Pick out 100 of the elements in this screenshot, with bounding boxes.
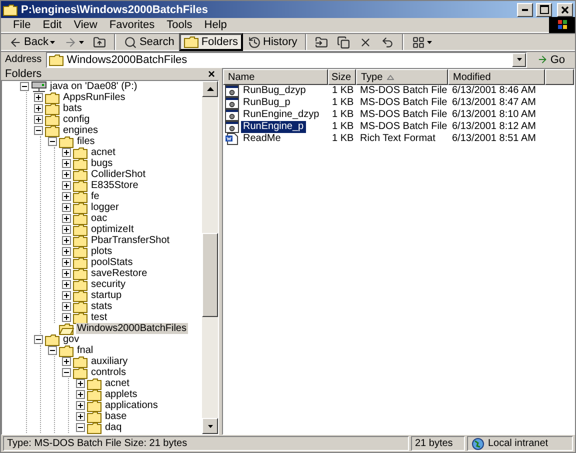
tree-item[interactable]: applications <box>104 400 159 411</box>
column-header[interactable]: Name <box>223 69 328 85</box>
expand-button[interactable] <box>62 313 71 322</box>
minimize-button[interactable] <box>517 2 533 16</box>
tree-item[interactable]: fe <box>90 191 100 202</box>
tree-item[interactable]: stats <box>90 301 114 312</box>
tree-item[interactable]: optimizeIt <box>90 224 135 235</box>
folder-icon <box>73 278 88 290</box>
tree-item[interactable]: applets <box>104 389 138 400</box>
scroll-up-button[interactable] <box>202 81 218 97</box>
column-header[interactable]: Type <box>356 69 448 85</box>
expand-button[interactable] <box>34 104 43 113</box>
expand-button[interactable] <box>62 247 71 256</box>
expand-button[interactable] <box>62 357 71 366</box>
collapse-button[interactable] <box>76 423 85 432</box>
expand-button[interactable] <box>62 214 71 223</box>
tree-item[interactable]: Windows2000BatchFiles <box>76 323 188 334</box>
collapse-button[interactable] <box>62 368 71 377</box>
tree-item[interactable]: security <box>90 279 126 290</box>
menu-item[interactable]: File <box>7 19 37 31</box>
collapse-button[interactable] <box>48 137 57 146</box>
expand-button[interactable] <box>62 236 71 245</box>
history-button[interactable]: History <box>244 33 302 51</box>
tree-item[interactable]: acnet <box>90 147 116 158</box>
scrollbar-thumb[interactable] <box>202 233 218 317</box>
tree-item[interactable]: acnet <box>104 378 130 389</box>
tree-item[interactable]: fnal <box>76 345 94 356</box>
dropdown-button[interactable] <box>512 52 526 66</box>
column-header[interactable]: Size <box>328 69 356 85</box>
file-name[interactable]: ReadMe <box>241 133 283 145</box>
search-button[interactable]: Search <box>120 33 178 51</box>
tree-item[interactable]: logger <box>90 202 120 213</box>
batch-file-icon <box>225 97 239 109</box>
expand-button[interactable] <box>62 258 71 267</box>
tree-item[interactable]: E835Store <box>90 180 140 191</box>
expand-button[interactable] <box>76 412 85 421</box>
collapse-button[interactable] <box>34 335 43 344</box>
menu-item[interactable]: Help <box>198 19 233 31</box>
close-button[interactable]: × <box>208 67 215 81</box>
menu-item[interactable]: Edit <box>36 19 68 31</box>
expand-button[interactable] <box>76 401 85 410</box>
expand-button[interactable] <box>34 93 43 102</box>
folder-icon <box>73 256 88 268</box>
tree-item[interactable]: saveRestore <box>90 268 148 279</box>
expand-button[interactable] <box>62 302 71 311</box>
tree-item[interactable]: auxiliary <box>90 356 129 367</box>
expand-button[interactable] <box>62 159 71 168</box>
file-name[interactable]: RunEngine_p <box>241 121 306 133</box>
file-name[interactable]: RunBug_p <box>241 97 292 109</box>
collapse-button[interactable] <box>48 346 57 355</box>
column-header[interactable] <box>545 69 574 85</box>
tree-item[interactable]: PbarTransferShot <box>90 235 171 246</box>
tree-item[interactable]: ColliderShot <box>90 169 146 180</box>
tree-item[interactable]: startup <box>90 290 123 301</box>
expand-button[interactable] <box>34 115 43 124</box>
column-header[interactable]: Modified <box>448 69 545 85</box>
table-cell-text: 1 KB <box>331 97 355 109</box>
tree-item[interactable]: oac <box>90 213 108 224</box>
tree-item[interactable]: bugs <box>90 158 114 169</box>
folder-icon <box>73 224 88 236</box>
scrollbar[interactable] <box>202 81 218 434</box>
go-button[interactable]: Go <box>531 52 571 68</box>
expand-button[interactable] <box>62 170 71 179</box>
status-zone: Local intranet <box>488 438 548 449</box>
expand-button[interactable] <box>62 280 71 289</box>
expand-button[interactable] <box>62 181 71 190</box>
tree-item[interactable]: gov <box>62 334 80 345</box>
expand-button[interactable] <box>76 390 85 399</box>
tree-item[interactable]: java on 'Dae08' (P:) <box>49 81 138 92</box>
maximize-button[interactable] <box>536 2 552 16</box>
menu-item[interactable]: View <box>68 19 104 31</box>
expand-button[interactable] <box>62 192 71 201</box>
scroll-down-button[interactable] <box>202 418 218 434</box>
tree-item[interactable]: plots <box>90 246 114 257</box>
tree-item[interactable]: base <box>104 411 128 422</box>
tree-item[interactable]: bats <box>62 103 83 114</box>
tree-item[interactable]: engines <box>62 125 100 136</box>
tree-item[interactable]: AppsRunFiles <box>62 92 126 103</box>
expand-button[interactable] <box>62 203 71 212</box>
tree-item[interactable]: daq <box>104 422 123 433</box>
back-button[interactable]: Back <box>5 33 60 51</box>
tree-item[interactable]: test <box>90 312 108 323</box>
tree-item[interactable]: files <box>76 136 96 147</box>
collapse-button[interactable] <box>34 126 43 135</box>
tree-item[interactable]: controls <box>90 367 128 378</box>
tree-item[interactable]: poolStats <box>90 257 134 268</box>
collapse-button[interactable] <box>20 82 29 91</box>
expand-button[interactable] <box>62 148 71 157</box>
expand-button[interactable] <box>62 291 71 300</box>
folders-button[interactable]: Folders <box>179 33 244 51</box>
close-button[interactable] <box>557 2 573 16</box>
file-name[interactable]: RunEngine_dzyp <box>241 109 322 121</box>
menu-item[interactable]: Favorites <box>103 19 161 31</box>
expand-button[interactable] <box>62 269 71 278</box>
file-name[interactable]: RunBug_dzyp <box>241 85 308 97</box>
expand-button[interactable] <box>76 379 85 388</box>
menu-item[interactable]: Tools <box>160 19 198 31</box>
tree-item[interactable]: config <box>62 114 91 125</box>
expand-button[interactable] <box>62 225 71 234</box>
address-field[interactable]: Windows2000BatchFiles <box>46 52 528 68</box>
